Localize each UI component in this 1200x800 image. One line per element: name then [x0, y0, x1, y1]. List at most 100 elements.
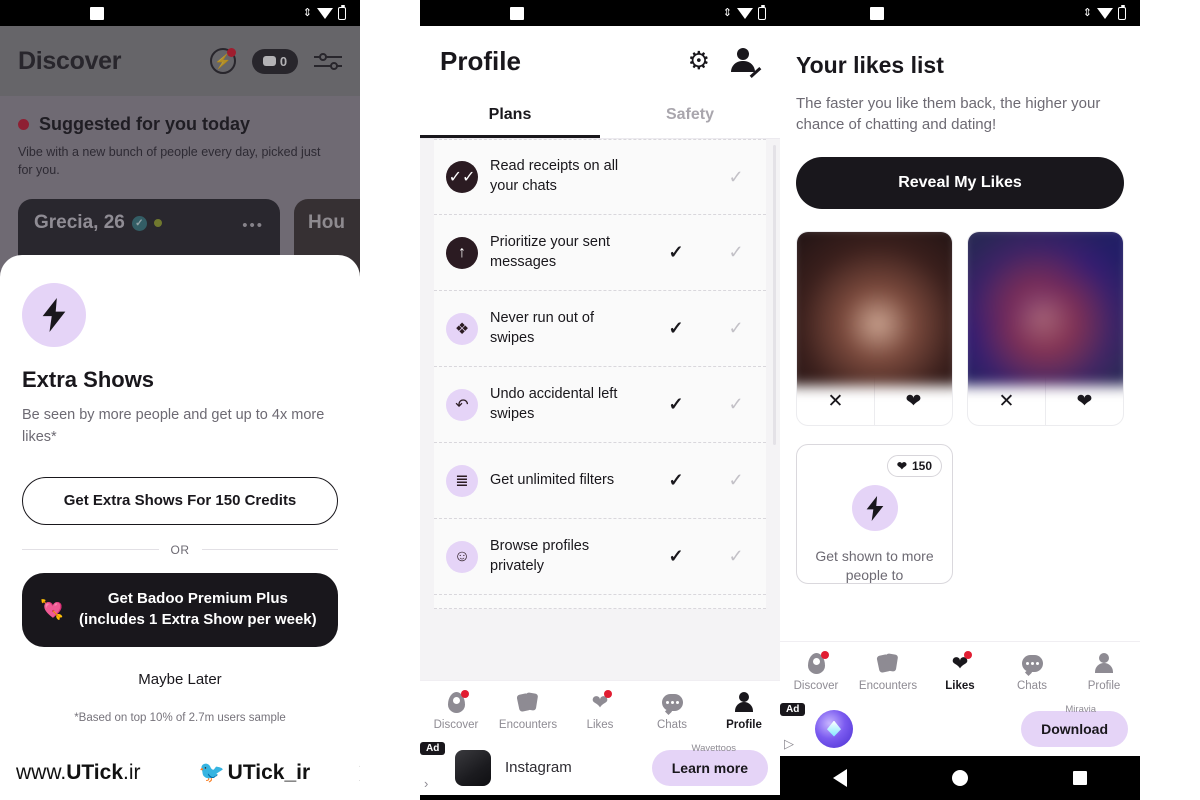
read-receipts-icon: ✓✓: [446, 161, 478, 193]
screenshot-indicator-icon: [510, 6, 524, 20]
like-card[interactable]: ✕ ❤: [967, 231, 1124, 426]
plan-row-icon-cell: ↑: [434, 236, 490, 269]
plan-row-icon-cell: ↶: [434, 388, 490, 421]
bottom-nav-label: Likes: [586, 718, 614, 731]
profile-header: Profile ⚙: [420, 26, 780, 96]
screenshot-indicator-icon: [870, 6, 884, 20]
swipe-cards-icon: ❖: [446, 312, 478, 345]
sync-arrows-icon: ⇕: [722, 6, 732, 19]
encounters-cards-icon: [516, 691, 539, 715]
watermark-site: www.UTick.ir: [0, 761, 141, 785]
get-extra-shows-button[interactable]: Get Extra Shows For 150 Credits: [22, 476, 338, 525]
plan-row[interactable]: ≣ Get unlimited filters ✓ ✓: [434, 443, 766, 519]
bottom-nav-label: Encounters: [858, 679, 918, 692]
edit-profile-head: [737, 48, 749, 60]
plan-row-col2: ✓: [728, 242, 744, 262]
battery-icon: [338, 4, 346, 20]
bolt-glyph-icon: [42, 298, 66, 332]
extra-shows-promo-card[interactable]: ❤ 150 Get shown to more people to: [796, 444, 953, 584]
nav-home-icon[interactable]: [951, 770, 968, 786]
reveal-my-likes-button[interactable]: Reveal My Likes: [796, 157, 1124, 209]
bottom-nav-label: Chats: [1016, 679, 1048, 692]
nav-recents-icon[interactable]: [1073, 771, 1088, 785]
ad-expand-arrow-icon[interactable]: ›: [424, 776, 428, 791]
scrollbar-thumb[interactable]: [773, 145, 776, 445]
plan-row-col1: ✓: [668, 242, 684, 262]
ad-banner[interactable]: Ad ▷ Miravia Download: [780, 701, 1140, 756]
plan-row[interactable]: ☺ Browse profiles privately ✓ ✓: [434, 519, 766, 595]
maybe-later-button[interactable]: Maybe Later: [22, 671, 338, 688]
bottom-nav-item-discover[interactable]: Discover: [780, 650, 852, 692]
plan-row[interactable]: ↶ Undo accidental left swipes ✓ ✓: [434, 367, 766, 443]
ad-cta-button[interactable]: Download: [1021, 710, 1128, 747]
profile-header-actions: ⚙: [688, 48, 762, 78]
bottom-nav-item-encounters[interactable]: Encounters: [492, 691, 564, 731]
ad-cta-button[interactable]: Learn more: [651, 749, 768, 786]
bottom-nav: Discover Encounters ❤ Likes Chats Profil…: [780, 641, 1140, 701]
discover-pin-icon: [447, 689, 469, 715]
bottom-nav-item-encounters[interactable]: Encounters: [852, 652, 924, 692]
bottom-nav: Discover Encounters ❤ Likes Chats Profil…: [420, 680, 780, 740]
likes-heart-icon: ❤: [592, 689, 613, 715]
android-nav-bar: [420, 795, 780, 800]
ad-tag: Ad: [780, 703, 806, 716]
ad-banner[interactable]: Ad › Instagram Wavettoos Learn more: [420, 740, 780, 795]
plan-row-col2: ✓: [728, 470, 744, 490]
likes-screen: Your likes list The faster you like them…: [780, 26, 1140, 584]
edit-profile-icon[interactable]: [730, 48, 762, 78]
get-premium-plus-button[interactable]: 💘 Get Badoo Premium Plus (includes 1 Ext…: [22, 572, 338, 647]
get-premium-plus-label: Get Badoo Premium Plus (includes 1 Extra…: [79, 590, 317, 628]
bottom-nav-label: Likes: [945, 679, 975, 692]
plan-row-label: Never run out of swipes: [490, 309, 594, 346]
plan-row[interactable]: ✓✓ Read receipts on all your chats ✓: [434, 139, 766, 215]
plan-row-col2: ✓: [728, 546, 744, 566]
watermark-site-prefix: www.: [16, 761, 67, 784]
plan-row-icon-cell: ≣: [434, 464, 490, 497]
bottom-nav-item-likes[interactable]: ❤ Likes: [924, 650, 996, 692]
page-title: Your likes list: [796, 52, 944, 78]
plan-row-icon-cell: ❖: [434, 312, 490, 345]
watermark-site-suffix: .ir: [123, 761, 141, 784]
plan-row-label: Get unlimited filters: [490, 471, 615, 488]
watermark-telegram: ➤ UTickir: [358, 761, 360, 786]
plan-row[interactable]: ↑ Prioritize your sent messages ✓ ✓: [434, 215, 766, 291]
plans-scroll-area[interactable]: ✓✓ Read receipts on all your chats ✓ ↑ P…: [420, 139, 780, 680]
ad-brand: Miravia: [1065, 704, 1096, 715]
gear-icon[interactable]: ⚙: [688, 48, 710, 74]
profile-tabs: Plans Safety: [420, 96, 780, 138]
plans-list: ✓✓ Read receipts on all your chats ✓ ↑ P…: [434, 139, 766, 609]
wifi-icon: [737, 7, 753, 19]
bottom-nav-item-chats[interactable]: Chats: [996, 652, 1068, 692]
or-divider: OR: [22, 543, 338, 557]
battery-icon: [758, 4, 766, 20]
watermark-bar: www.UTick.ir 🐦 UTick_ir ➤ UTickir: [0, 745, 360, 800]
bottom-nav-item-profile[interactable]: Profile: [1068, 652, 1140, 692]
bottom-nav-item-profile[interactable]: Profile: [708, 691, 780, 731]
filters-sliders-icon: ≣: [446, 464, 478, 497]
twitter-bird-icon: 🐦: [198, 761, 225, 784]
bottom-nav-item-chats[interactable]: Chats: [636, 691, 708, 731]
instagram-ad-thumb: [455, 749, 491, 786]
android-nav-bar: [780, 756, 1140, 800]
plan-row-partial: [434, 595, 766, 609]
like-card[interactable]: ✕ ❤: [796, 231, 953, 426]
watermark-twitter: 🐦 UTick_ir: [199, 761, 311, 785]
bottom-nav-item-discover[interactable]: Discover: [420, 689, 492, 731]
bottom-nav-item-likes[interactable]: ❤ Likes: [564, 689, 636, 731]
profile-person-icon: [734, 691, 754, 715]
discover-pin-icon: [807, 650, 829, 676]
status-bar-right: ⇕: [303, 4, 346, 20]
screenshot-stage: ⇕ Discover ⚡ 0 Suggested for you today V…: [0, 0, 1200, 800]
notification-dot: [820, 650, 829, 659]
chats-bubble-icon: [1021, 652, 1043, 676]
tab-safety[interactable]: Safety: [600, 96, 780, 138]
ad-expand-arrow-icon[interactable]: ▷: [784, 736, 794, 752]
bottom-nav-label: Discover: [793, 679, 839, 692]
nav-back-icon[interactable]: [832, 769, 847, 787]
phone-panel-discover: ⇕ Discover ⚡ 0 Suggested for you today V…: [0, 0, 360, 800]
plan-row-col1: ✓: [668, 546, 684, 566]
plan-row[interactable]: ❖ Never run out of swipes ✓ ✓: [434, 291, 766, 367]
wifi-icon: [317, 7, 333, 19]
tab-plans[interactable]: Plans: [420, 96, 600, 138]
screenshot-indicator-icon: [90, 6, 104, 20]
